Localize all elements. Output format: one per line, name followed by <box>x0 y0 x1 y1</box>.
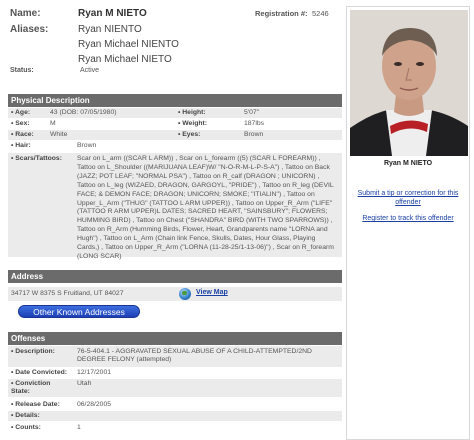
track-offender-link[interactable]: Register to track this offender <box>351 214 465 223</box>
alias-item: Ryan Michael NIETO <box>78 54 172 65</box>
address-row: 34717 W 8375 S Fruitland, UT 84027 View … <box>8 287 342 301</box>
counts-label: • Counts: <box>11 424 41 431</box>
age-height-row: • Age: 43 (DOB: 07/05/1980) • Height: 5'… <box>8 108 342 118</box>
counts-row: • Counts: 1 <box>8 423 342 433</box>
physical-description-header: Physical Description <box>8 94 342 107</box>
eyes-label: • Eyes: <box>178 131 201 138</box>
date-convicted-label: • Date Convicted: <box>11 369 68 376</box>
hair-label: • Hair: <box>11 142 31 149</box>
globe-icon[interactable] <box>179 288 191 300</box>
counts-value: 1 <box>77 424 81 431</box>
sex-label: • Sex: <box>11 120 30 127</box>
offender-photo-panel: Ryan M NIETO Submit a tip or correction … <box>346 6 470 440</box>
view-map-link[interactable]: View Map <box>196 289 228 296</box>
conviction-state-label: • Conviction State: <box>11 380 51 396</box>
scars-label: • Scars/Tattoos: <box>11 155 62 162</box>
alias-item: Ryan NIENTO <box>78 24 142 35</box>
address-header: Address <box>8 270 342 283</box>
race-eyes-row: • Race: White • Eyes: Brown <box>8 130 342 140</box>
other-known-addresses-button[interactable]: Other Known Addresses <box>18 305 140 318</box>
release-date-label: • Release Date: <box>11 401 60 408</box>
offenses-header: Offenses <box>8 332 342 345</box>
address-text: 34717 W 8375 S Fruitland, UT 84027 <box>11 290 124 297</box>
photo-caption: Ryan M NIETO <box>383 160 433 167</box>
race-label: • Race: <box>11 131 34 138</box>
scars-value: Scar on L_arm ((SCAR L ARM)) , Scar on L… <box>77 155 334 260</box>
sex-value: M <box>50 120 56 127</box>
sex-weight-row: • Sex: M • Weight: 187lbs <box>8 119 342 129</box>
details-label: • Details: <box>11 412 40 419</box>
age-label: • Age: <box>11 109 31 116</box>
description-label: • Description: <box>11 348 55 355</box>
registration-label: Registration #: <box>255 9 308 18</box>
status-label: Status: <box>10 67 34 74</box>
registration-number: 5246 <box>312 9 329 18</box>
name-label: Name: <box>10 8 41 19</box>
details-row: • Details: <box>8 411 342 421</box>
age-value: 43 (DOB: 07/05/1980) <box>50 109 117 116</box>
description-value: 76-5-404.1 - AGGRAVATED SEXUAL ABUSE OF … <box>77 348 312 364</box>
offender-name: Ryan M NIETO <box>78 8 147 19</box>
offender-photo <box>350 10 468 156</box>
date-convicted-row: • Date Convicted: 12/17/2001 <box>8 368 342 378</box>
race-value: White <box>50 131 68 138</box>
weight-value: 187lbs <box>244 120 265 127</box>
aliases-label: Aliases: <box>10 24 49 35</box>
conviction-state-row: • Conviction State: Utah <box>8 379 342 397</box>
weight-label: • Weight: <box>178 120 208 127</box>
submit-tip-link[interactable]: Submit a tip or correction for this offe… <box>351 189 465 207</box>
height-value: 5'07" <box>244 109 260 116</box>
release-date-row: • Release Date: 06/28/2005 <box>8 400 342 410</box>
status-value: Active <box>80 67 100 74</box>
conviction-state-value: Utah <box>77 380 92 387</box>
scars-tattoos-row: • Scars/Tattoos: Scar on L_arm ((SCAR L … <box>8 153 342 260</box>
hair-value: Brown <box>77 142 97 149</box>
height-label: • Height: <box>178 109 206 116</box>
hair-row: • Hair: Brown <box>8 141 342 151</box>
release-date-value: 06/28/2005 <box>77 401 112 408</box>
eyes-value: Brown <box>244 131 264 138</box>
date-convicted-value: 12/17/2001 <box>77 369 112 376</box>
alias-item: Ryan Michael NIENTO <box>78 39 179 50</box>
portrait-image <box>350 10 468 156</box>
description-row: • Description: 76-5-404.1 - AGGRAVATED S… <box>8 346 342 367</box>
